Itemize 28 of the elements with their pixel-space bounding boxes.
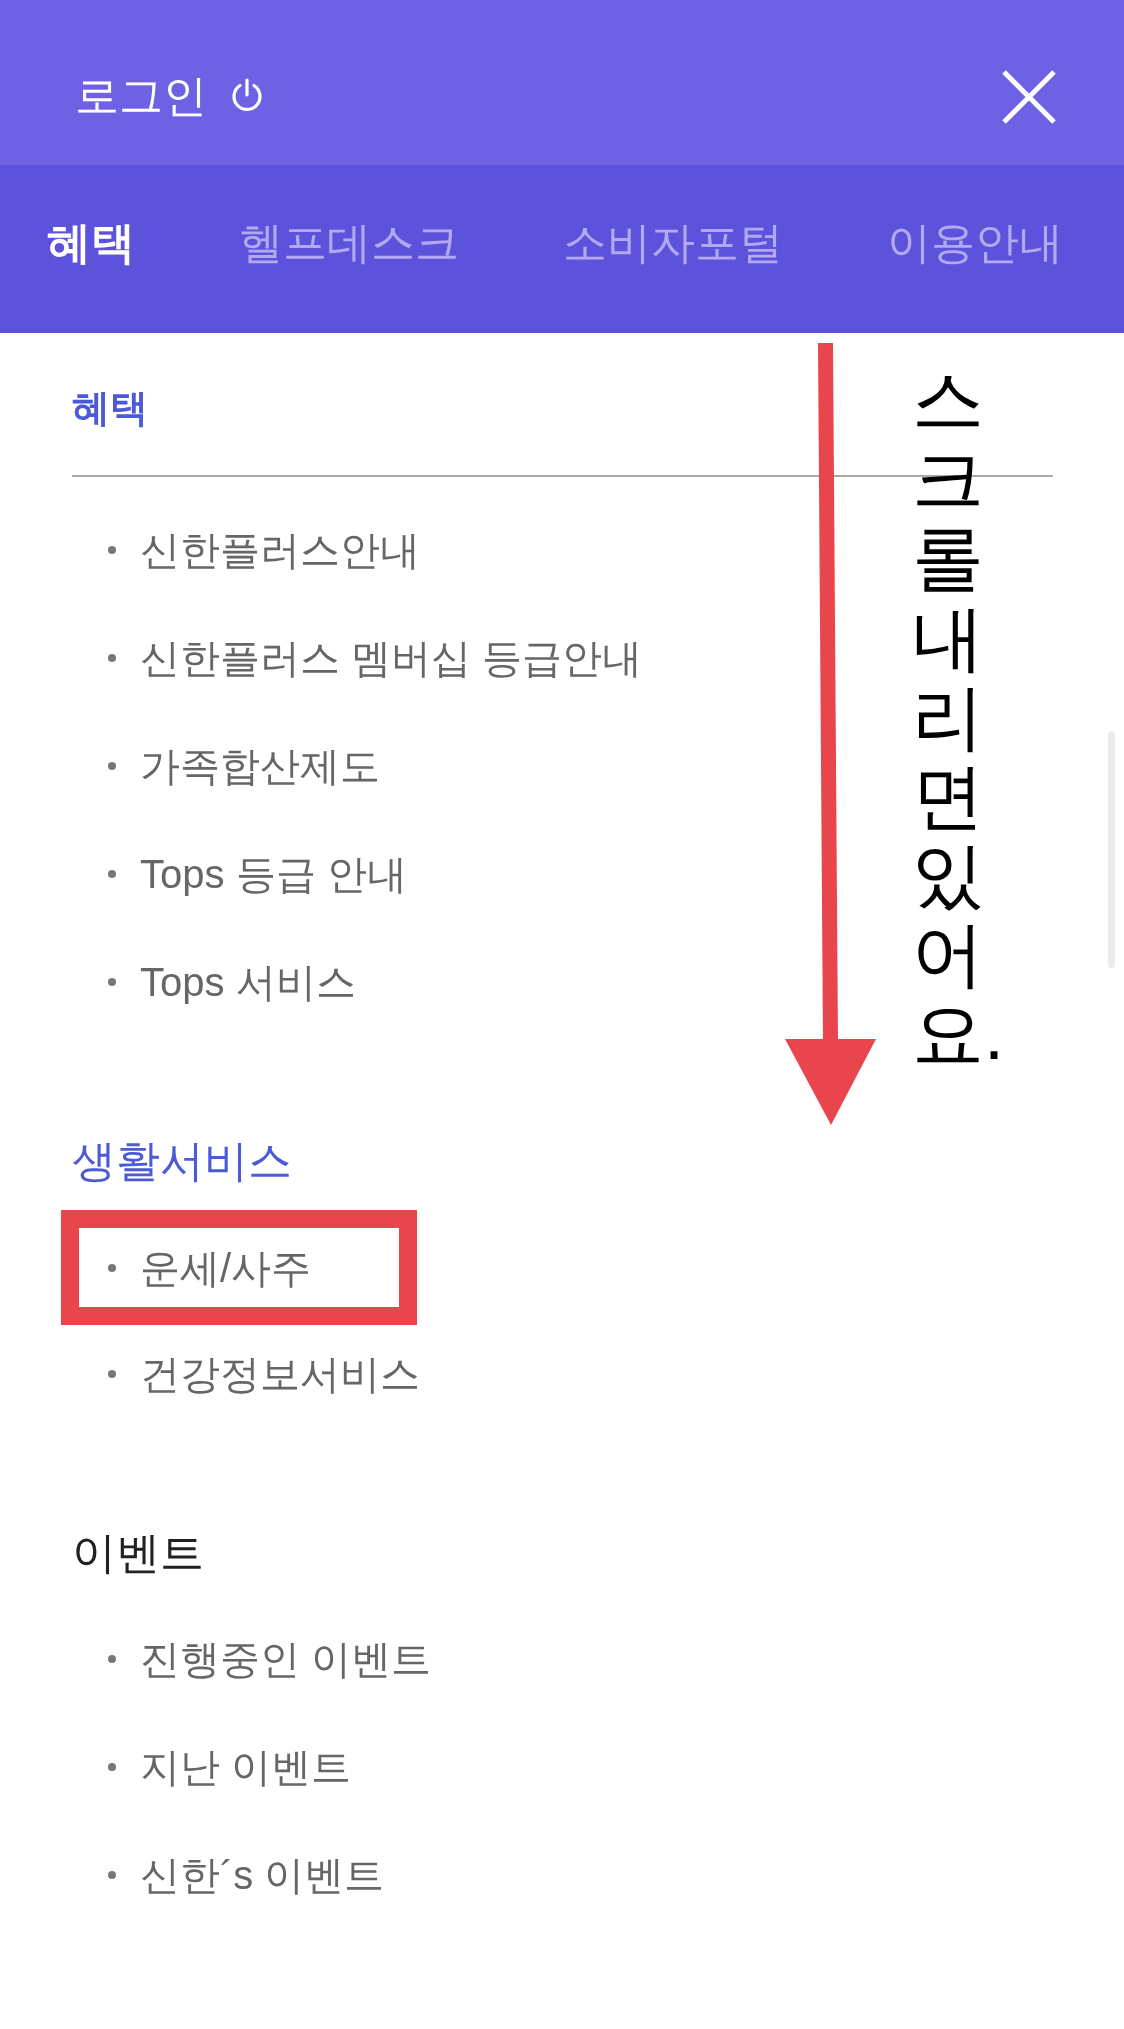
bullet-icon xyxy=(108,1871,116,1880)
bullet-icon xyxy=(108,1263,116,1272)
menu-item[interactable]: 신한플러스 멤버십 등급안내 xyxy=(108,603,643,712)
menu-item[interactable]: Tops 서비스 xyxy=(108,927,356,1036)
bullet-icon xyxy=(108,1763,116,1772)
menu-item[interactable]: 진행중인 이벤트 xyxy=(108,1605,432,1714)
close-icon xyxy=(1001,68,1057,125)
tab[interactable]: 혜택 xyxy=(47,216,135,270)
bullet-icon xyxy=(108,1370,116,1379)
category-title: 혜택 xyxy=(72,386,148,431)
login-button[interactable]: 로그인 xyxy=(75,70,265,123)
bullet-icon xyxy=(108,1655,116,1664)
bullet-icon xyxy=(108,653,116,662)
menu-item[interactable]: 가족합산제도 xyxy=(108,711,380,820)
menu-item[interactable]: 신한플러스안내 xyxy=(108,495,420,604)
close-button[interactable] xyxy=(1001,68,1057,125)
menu-item[interactable]: 지난 이벤트 xyxy=(108,1713,352,1822)
bullet-icon xyxy=(108,869,116,878)
section-title[interactable]: 생활서비스 xyxy=(72,1134,292,1188)
menu-item[interactable]: 건강정보서비스 xyxy=(108,1320,420,1429)
annotation-text: 스크롤내리면있어요. xyxy=(912,361,1005,1074)
bullet-icon xyxy=(108,761,116,770)
section-title[interactable]: 이벤트 xyxy=(72,1527,204,1581)
bullet-icon xyxy=(108,977,116,986)
menu-item[interactable]: 운세/사주 xyxy=(108,1228,312,1307)
menu-item[interactable]: 신한´s 이벤트 xyxy=(108,1821,385,1930)
bullet-icon xyxy=(108,545,116,554)
menu-item[interactable]: Tops 등급 안내 xyxy=(108,819,407,928)
